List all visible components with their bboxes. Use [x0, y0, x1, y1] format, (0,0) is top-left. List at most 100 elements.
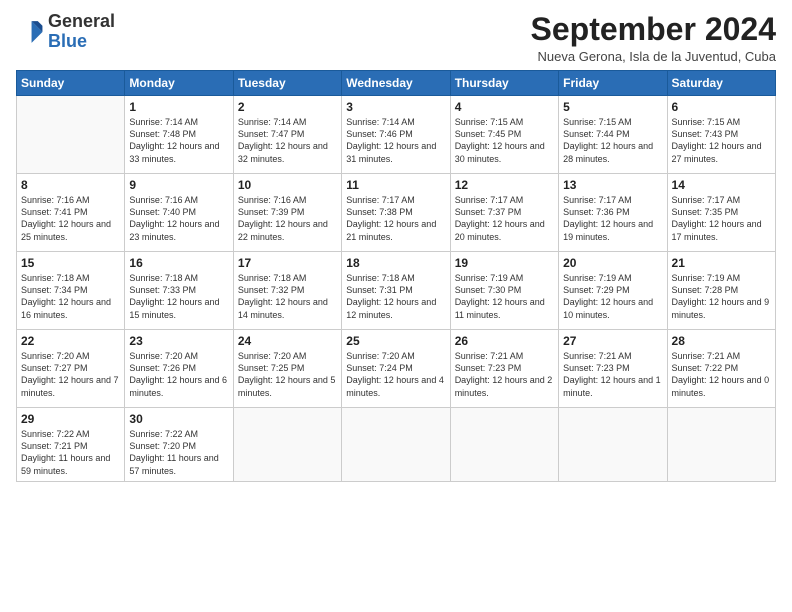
calendar-table: Sunday Monday Tuesday Wednesday Thursday… — [16, 70, 776, 482]
calendar-cell: 5 Sunrise: 7:15 AMSunset: 7:44 PMDaylight… — [559, 96, 667, 174]
calendar-cell: 6 Sunrise: 7:15 AMSunset: 7:43 PMDaylight… — [667, 96, 775, 174]
calendar-cell: 28 Sunrise: 7:21 AMSunset: 7:22 PMDayligh… — [667, 330, 775, 408]
calendar-cell: 18 Sunrise: 7:18 AMSunset: 7:31 PMDayligh… — [342, 252, 450, 330]
calendar-header: Sunday Monday Tuesday Wednesday Thursday… — [17, 71, 776, 96]
calendar-cell: 13Sunrise: 7:17 AMSunset: 7:36 PMDayligh… — [559, 174, 667, 252]
calendar-cell: 2Sunrise: 7:14 AMSunset: 7:47 PMDaylight… — [233, 96, 341, 174]
day-info: Sunrise: 7:20 AMSunset: 7:25 PMDaylight:… — [238, 351, 336, 397]
day-number: 11 — [346, 178, 445, 192]
calendar-cell: 24 Sunrise: 7:20 AMSunset: 7:25 PMDayligh… — [233, 330, 341, 408]
logo-icon — [16, 18, 44, 46]
day-number: 29 — [21, 412, 120, 426]
day-number: 20 — [563, 256, 662, 270]
day-info: Sunrise: 7:17 AMSunset: 7:37 PMDaylight:… — [455, 195, 545, 241]
calendar-cell — [17, 96, 125, 174]
calendar-cell: 17Sunrise: 7:18 AMSunset: 7:32 PMDayligh… — [233, 252, 341, 330]
location-subtitle: Nueva Gerona, Isla de la Juventud, Cuba — [531, 49, 776, 64]
day-info: Sunrise: 7:15 AMSunset: 7:43 PMDaylight:… — [672, 117, 762, 163]
day-info: Sunrise: 7:15 AMSunset: 7:45 PMDaylight:… — [455, 117, 545, 163]
calendar-week-5: 29Sunrise: 7:22 AMSunset: 7:21 PMDayligh… — [17, 408, 776, 482]
calendar-cell: 11 Sunrise: 7:17 AMSunset: 7:38 PMDayligh… — [342, 174, 450, 252]
day-info: Sunrise: 7:14 AMSunset: 7:46 PMDaylight:… — [346, 117, 436, 163]
day-number: 15 — [21, 256, 120, 270]
header-row: Sunday Monday Tuesday Wednesday Thursday… — [17, 71, 776, 96]
header: General Blue September 2024 Nueva Gerona… — [16, 12, 776, 64]
day-number: 16 — [129, 256, 228, 270]
calendar-cell — [667, 408, 775, 482]
calendar-cell: 8 Sunrise: 7:16 AMSunset: 7:41 PMDaylight… — [17, 174, 125, 252]
day-info: Sunrise: 7:16 AMSunset: 7:39 PMDaylight:… — [238, 195, 328, 241]
calendar-cell: 14 Sunrise: 7:17 AMSunset: 7:35 PMDayligh… — [667, 174, 775, 252]
day-info: Sunrise: 7:19 AMSunset: 7:29 PMDaylight:… — [563, 273, 653, 319]
header-monday: Monday — [125, 71, 233, 96]
day-number: 30 — [129, 412, 228, 426]
day-number: 14 — [672, 178, 771, 192]
day-info: Sunrise: 7:14 AMSunset: 7:48 PMDaylight:… — [129, 117, 219, 163]
day-info: Sunrise: 7:17 AMSunset: 7:35 PMDaylight:… — [672, 195, 762, 241]
calendar-cell: 9 Sunrise: 7:16 AMSunset: 7:40 PMDaylight… — [125, 174, 233, 252]
day-info: Sunrise: 7:18 AMSunset: 7:32 PMDaylight:… — [238, 273, 328, 319]
calendar-cell: 23Sunrise: 7:20 AMSunset: 7:26 PMDayligh… — [125, 330, 233, 408]
day-info: Sunrise: 7:15 AMSunset: 7:44 PMDaylight:… — [563, 117, 653, 163]
month-title: September 2024 — [531, 12, 776, 47]
title-block: September 2024 Nueva Gerona, Isla de la … — [531, 12, 776, 64]
day-number: 27 — [563, 334, 662, 348]
logo: General Blue — [16, 12, 115, 52]
header-thursday: Thursday — [450, 71, 558, 96]
day-number: 19 — [455, 256, 554, 270]
calendar-cell: 22Sunrise: 7:20 AMSunset: 7:27 PMDayligh… — [17, 330, 125, 408]
calendar-cell: 16 Sunrise: 7:18 AMSunset: 7:33 PMDayligh… — [125, 252, 233, 330]
day-number: 10 — [238, 178, 337, 192]
calendar-cell: 30 Sunrise: 7:22 AMSunset: 7:20 PMDayligh… — [125, 408, 233, 482]
day-info: Sunrise: 7:16 AMSunset: 7:40 PMDaylight:… — [129, 195, 219, 241]
calendar-week-1: 1Sunrise: 7:14 AMSunset: 7:48 PMDaylight… — [17, 96, 776, 174]
calendar-cell: 26Sunrise: 7:21 AMSunset: 7:23 PMDayligh… — [450, 330, 558, 408]
day-number: 25 — [346, 334, 445, 348]
header-wednesday: Wednesday — [342, 71, 450, 96]
calendar-cell: 29Sunrise: 7:22 AMSunset: 7:21 PMDayligh… — [17, 408, 125, 482]
day-number: 12 — [455, 178, 554, 192]
calendar-cell: 3Sunrise: 7:14 AMSunset: 7:46 PMDaylight… — [342, 96, 450, 174]
calendar-cell — [450, 408, 558, 482]
calendar-page: General Blue September 2024 Nueva Gerona… — [0, 0, 792, 492]
day-info: Sunrise: 7:19 AMSunset: 7:28 PMDaylight:… — [672, 273, 770, 319]
calendar-cell: 27 Sunrise: 7:21 AMSunset: 7:23 PMDayligh… — [559, 330, 667, 408]
calendar-cell: 19 Sunrise: 7:19 AMSunset: 7:30 PMDayligh… — [450, 252, 558, 330]
calendar-cell: 21Sunrise: 7:19 AMSunset: 7:28 PMDayligh… — [667, 252, 775, 330]
header-saturday: Saturday — [667, 71, 775, 96]
day-info: Sunrise: 7:22 AMSunset: 7:20 PMDaylight:… — [129, 429, 218, 475]
calendar-week-3: 15 Sunrise: 7:18 AMSunset: 7:34 PMDayligh… — [17, 252, 776, 330]
day-info: Sunrise: 7:14 AMSunset: 7:47 PMDaylight:… — [238, 117, 328, 163]
day-number: 28 — [672, 334, 771, 348]
day-info: Sunrise: 7:18 AMSunset: 7:33 PMDaylight:… — [129, 273, 219, 319]
calendar-cell: 20 Sunrise: 7:19 AMSunset: 7:29 PMDayligh… — [559, 252, 667, 330]
calendar-cell — [233, 408, 341, 482]
day-number: 8 — [21, 178, 120, 192]
day-info: Sunrise: 7:17 AMSunset: 7:38 PMDaylight:… — [346, 195, 436, 241]
header-friday: Friday — [559, 71, 667, 96]
day-number: 4 — [455, 100, 554, 114]
day-number: 5 — [563, 100, 662, 114]
header-sunday: Sunday — [17, 71, 125, 96]
day-info: Sunrise: 7:19 AMSunset: 7:30 PMDaylight:… — [455, 273, 545, 319]
day-info: Sunrise: 7:21 AMSunset: 7:23 PMDaylight:… — [563, 351, 661, 397]
day-info: Sunrise: 7:18 AMSunset: 7:31 PMDaylight:… — [346, 273, 436, 319]
day-info: Sunrise: 7:16 AMSunset: 7:41 PMDaylight:… — [21, 195, 111, 241]
day-info: Sunrise: 7:18 AMSunset: 7:34 PMDaylight:… — [21, 273, 111, 319]
day-info: Sunrise: 7:21 AMSunset: 7:22 PMDaylight:… — [672, 351, 770, 397]
calendar-cell: 12 Sunrise: 7:17 AMSunset: 7:37 PMDayligh… — [450, 174, 558, 252]
day-number: 9 — [129, 178, 228, 192]
day-number: 18 — [346, 256, 445, 270]
day-number: 23 — [129, 334, 228, 348]
day-number: 6 — [672, 100, 771, 114]
day-info: Sunrise: 7:20 AMSunset: 7:24 PMDaylight:… — [346, 351, 444, 397]
day-number: 22 — [21, 334, 120, 348]
calendar-cell: 10 Sunrise: 7:16 AMSunset: 7:39 PMDayligh… — [233, 174, 341, 252]
day-number: 24 — [238, 334, 337, 348]
calendar-cell: 1Sunrise: 7:14 AMSunset: 7:48 PMDaylight… — [125, 96, 233, 174]
calendar-body: 1Sunrise: 7:14 AMSunset: 7:48 PMDaylight… — [17, 96, 776, 482]
logo-blue: Blue — [48, 31, 87, 51]
day-number: 13 — [563, 178, 662, 192]
calendar-cell: 25 Sunrise: 7:20 AMSunset: 7:24 PMDayligh… — [342, 330, 450, 408]
calendar-cell — [342, 408, 450, 482]
